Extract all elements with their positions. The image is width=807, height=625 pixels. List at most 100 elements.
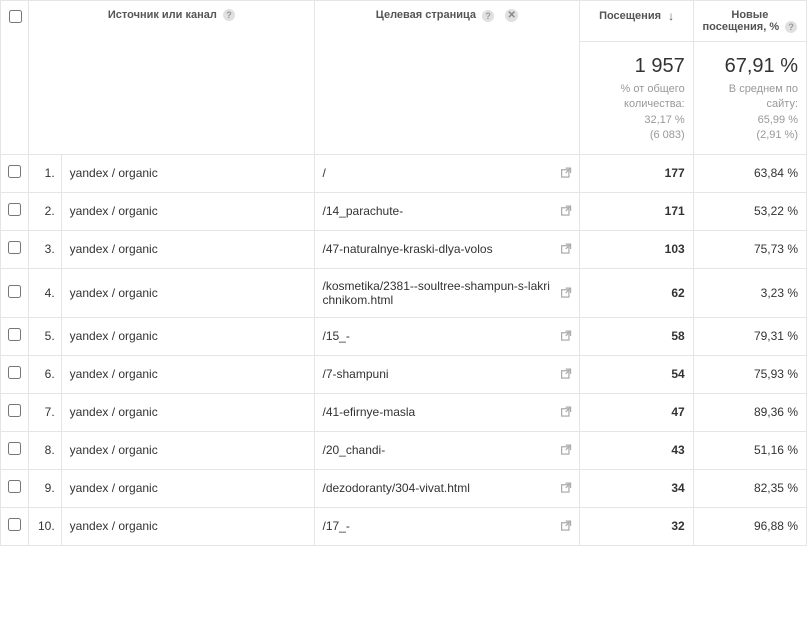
row-new-visits: 89,36 % [693,393,806,431]
row-source[interactable]: yandex / organic [61,192,314,230]
row-number: 9. [29,469,61,507]
header-source[interactable]: Источник или канал ? [29,1,314,155]
external-link-icon[interactable] [560,286,573,299]
help-icon[interactable]: ? [223,9,235,21]
row-number: 2. [29,192,61,230]
row-landing-page-text: /14_parachute- [323,204,404,218]
external-link-icon[interactable] [560,406,573,419]
select-all-checkbox[interactable] [9,10,22,23]
row-landing-page-text: /17_- [323,519,350,533]
row-new-visits: 75,73 % [693,230,806,268]
summary-newv-cell: 67,91 % В среднем по сайту: 65,99 % (2,9… [693,42,806,155]
summary-visits-sub1: % от общего [621,83,685,95]
row-checkbox[interactable] [8,518,21,531]
row-checkbox-cell [1,317,29,355]
header-new-visits-label: Новые посещения, % [703,9,780,33]
help-icon[interactable]: ? [785,21,797,33]
row-landing-page[interactable]: /kosmetika/2381--soultree-shampun-s-lakr… [314,268,580,317]
row-source[interactable]: yandex / organic [61,393,314,431]
row-checkbox[interactable] [8,203,21,216]
header-landing-page[interactable]: Целевая страница ? ✕ [314,1,580,155]
external-link-icon[interactable] [560,167,573,180]
row-visits: 103 [580,230,693,268]
header-landing-page-label: Целевая страница [376,9,476,21]
row-visits: 54 [580,355,693,393]
summary-visits-sub3: 32,17 % [644,114,684,126]
row-checkbox-cell [1,355,29,393]
table-row: 9.yandex / organic/dezodoranty/304-vivat… [1,469,807,507]
row-new-visits: 79,31 % [693,317,806,355]
row-number: 1. [29,154,61,192]
row-landing-page[interactable]: / [314,154,580,192]
analytics-table: Источник или канал ? Целевая страница ? … [0,0,807,546]
row-visits: 171 [580,192,693,230]
row-landing-page[interactable]: /41-efirnye-masla [314,393,580,431]
summary-newv-sub3: 65,99 % [758,114,798,126]
row-checkbox[interactable] [8,165,21,178]
row-number: 4. [29,268,61,317]
row-new-visits: 3,23 % [693,268,806,317]
row-new-visits: 53,22 % [693,192,806,230]
row-checkbox[interactable] [8,442,21,455]
external-link-icon[interactable] [560,444,573,457]
row-number: 8. [29,431,61,469]
row-source[interactable]: yandex / organic [61,507,314,545]
row-checkbox[interactable] [8,285,21,298]
table-row: 2.yandex / organic/14_parachute- 17153,22… [1,192,807,230]
row-landing-page-text: /dezodoranty/304-vivat.html [323,481,470,495]
row-landing-page[interactable]: /7-shampuni [314,355,580,393]
row-source[interactable]: yandex / organic [61,355,314,393]
row-landing-page[interactable]: /14_parachute- [314,192,580,230]
summary-newv-total: 67,91 % [702,52,798,80]
external-link-icon[interactable] [560,520,573,533]
row-source[interactable]: yandex / organic [61,469,314,507]
row-number: 5. [29,317,61,355]
row-source[interactable]: yandex / organic [61,268,314,317]
row-number: 3. [29,230,61,268]
header-new-visits[interactable]: Новые посещения, % ? [693,1,806,42]
row-landing-page-text: /kosmetika/2381--soultree-shampun-s-lakr… [323,279,550,307]
row-landing-page[interactable]: /15_- [314,317,580,355]
row-number: 10. [29,507,61,545]
help-icon[interactable]: ? [482,10,494,22]
header-visits[interactable]: Посещения ↓ [580,1,693,42]
row-landing-page-text: /20_chandi- [323,443,386,457]
row-new-visits: 75,93 % [693,355,806,393]
row-checkbox[interactable] [8,480,21,493]
header-checkbox-cell [1,1,29,155]
table-row: 8.yandex / organic/20_chandi-4351,16 % [1,431,807,469]
row-landing-page-text: /47-naturalnye-kraski-dlya-volos [323,242,493,256]
row-source[interactable]: yandex / organic [61,154,314,192]
summary-visits-total: 1 957 [588,52,684,80]
header-source-label: Источник или канал [108,9,217,21]
external-link-icon[interactable] [560,368,573,381]
row-checkbox[interactable] [8,328,21,341]
row-new-visits: 82,35 % [693,469,806,507]
external-link-icon[interactable] [560,482,573,495]
row-source[interactable]: yandex / organic [61,230,314,268]
row-landing-page[interactable]: /47-naturalnye-kraski-dlya-volos [314,230,580,268]
summary-newv-sub1: В среднем по [729,83,798,95]
row-checkbox-cell [1,230,29,268]
row-landing-page[interactable]: /20_chandi- [314,431,580,469]
row-landing-page[interactable]: /dezodoranty/304-vivat.html [314,469,580,507]
remove-dimension-icon[interactable]: ✕ [505,9,518,22]
row-number: 6. [29,355,61,393]
row-new-visits: 96,88 % [693,507,806,545]
row-landing-page[interactable]: /17_- [314,507,580,545]
external-link-icon[interactable] [560,243,573,256]
row-checkbox[interactable] [8,241,21,254]
row-checkbox-cell [1,154,29,192]
summary-newv-sub2: сайту: [767,98,798,110]
row-checkbox[interactable] [8,366,21,379]
row-checkbox[interactable] [8,404,21,417]
table-row: 6.yandex / organic/7-shampuni5475,93 % [1,355,807,393]
row-source[interactable]: yandex / organic [61,317,314,355]
row-visits: 47 [580,393,693,431]
table-row: 3.yandex / organic/47-naturalnye-kraski-… [1,230,807,268]
external-link-icon[interactable] [560,330,573,343]
header-visits-label: Посещения [599,10,661,22]
row-source[interactable]: yandex / organic [61,431,314,469]
row-checkbox-cell [1,393,29,431]
external-link-icon[interactable] [560,205,573,218]
